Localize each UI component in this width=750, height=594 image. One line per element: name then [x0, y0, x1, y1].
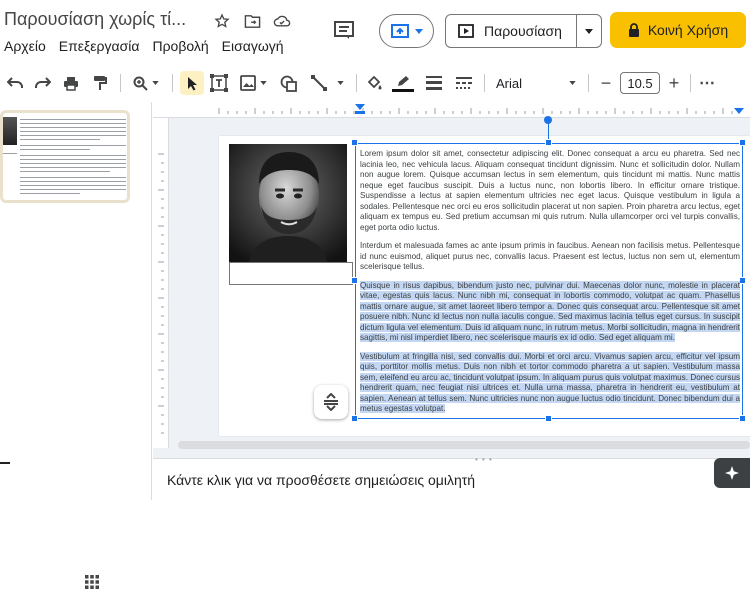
toolbar: Arial − 10.5 + ⋯: [0, 66, 750, 100]
comments-icon[interactable]: [333, 20, 359, 44]
share-button[interactable]: Κοινή Χρήση: [610, 12, 746, 48]
resize-handle-left[interactable]: [351, 277, 358, 284]
play-slideshow-icon: [458, 24, 474, 38]
horizontal-scrollbar[interactable]: [178, 441, 750, 449]
increase-font-size-button[interactable]: +: [664, 71, 684, 95]
menu-edit[interactable]: Επεξεργασία: [59, 38, 140, 54]
portrait-photo[interactable]: [229, 144, 347, 262]
document-title[interactable]: Παρουσίαση χωρίς τί...: [4, 9, 186, 30]
more-options-icon[interactable]: ⋯: [696, 71, 718, 95]
star-icon[interactable]: [211, 10, 233, 32]
speaker-notes-input[interactable]: Κάντε κλικ για να προσθέσετε σημειώσεις …: [167, 472, 475, 488]
decrease-font-size-button[interactable]: −: [596, 71, 616, 95]
app-header: Παρουσίαση χωρίς τί... Αρχείο Επεξεργασί…: [0, 0, 750, 63]
resize-handle-right[interactable]: [739, 277, 746, 284]
present-options-button[interactable]: [577, 15, 601, 47]
border-weight-icon[interactable]: [423, 71, 445, 95]
drag-handle-icon[interactable]: • • •: [475, 455, 493, 464]
paint-format-icon[interactable]: [90, 71, 110, 95]
line-tool-icon[interactable]: [306, 71, 348, 95]
present-button[interactable]: Παρουσίαση: [446, 15, 577, 47]
text-box-content[interactable]: Lorem ipsum dolor sit amet, consectetur …: [360, 149, 740, 423]
fill-color-icon[interactable]: [363, 71, 385, 95]
resize-handle-top-left[interactable]: [351, 139, 358, 146]
filmstrip-divider: [0, 462, 10, 464]
cloud-saved-icon[interactable]: [271, 10, 293, 32]
speaker-notes-divider[interactable]: [153, 458, 750, 459]
border-dash-icon[interactable]: [453, 71, 475, 95]
shape-icon[interactable]: [277, 71, 299, 95]
toolbar-divider: [690, 74, 691, 92]
menu-file[interactable]: Αρχείο: [4, 38, 46, 54]
chevron-down-icon: [585, 28, 593, 34]
text-paragraph: Interdum et malesuada fames ac ante ipsu…: [360, 241, 740, 271]
rotate-handle[interactable]: [544, 116, 552, 124]
menu-bar: Αρχείο Επεξεργασία Προβολή Εισαγωγή: [4, 38, 284, 54]
selected-text-paragraph: Vestibulum at fringilla nisi, sed conval…: [360, 351, 740, 413]
select-cursor-icon[interactable]: [180, 71, 204, 95]
toolbar-divider: [356, 74, 357, 92]
print-icon[interactable]: [61, 71, 81, 95]
resize-handle-bottom-left[interactable]: [351, 415, 358, 422]
slideshow-icon: [390, 24, 409, 38]
chevron-down-icon: [414, 28, 423, 34]
thumbnail-photo: [3, 117, 17, 145]
lock-icon: [628, 23, 639, 37]
toolbar-divider: [172, 74, 173, 92]
image-caption-box[interactable]: [229, 262, 353, 285]
present-mode-button[interactable]: [379, 14, 434, 48]
menu-view[interactable]: Προβολή: [152, 38, 208, 54]
font-family-value: Arial: [496, 75, 523, 91]
toolbar-divider: [588, 74, 589, 92]
text-box-icon[interactable]: [208, 71, 230, 95]
toolbar-divider: [484, 74, 485, 92]
chevron-down-icon: [569, 81, 576, 85]
text-paragraph: Lorem ipsum dolor sit amet, consectetur …: [360, 149, 740, 232]
resize-handle-bottom-right[interactable]: [739, 415, 746, 422]
resize-handle-top-right[interactable]: [739, 139, 746, 146]
expand-speaker-notes-button[interactable]: [314, 385, 348, 419]
undo-icon[interactable]: [5, 71, 25, 95]
toolbar-divider: [120, 74, 121, 92]
zoom-icon[interactable]: [128, 71, 164, 95]
redo-icon[interactable]: [33, 71, 53, 95]
resize-handle-top[interactable]: [545, 139, 552, 146]
explore-icon[interactable]: [714, 458, 750, 488]
font-size-input[interactable]: 10.5: [620, 72, 660, 94]
horizontal-ruler[interactable]: [153, 102, 750, 118]
border-color-icon[interactable]: [391, 71, 415, 95]
selected-text-paragraph: Quisque in risus dapibus, bibendum justo…: [360, 280, 740, 342]
font-family-select[interactable]: Arial: [490, 71, 582, 95]
share-button-label: Κοινή Χρήση: [647, 22, 729, 38]
present-button-group: Παρουσίαση: [445, 14, 602, 48]
expand-collapse-icon: [324, 393, 338, 411]
grid-view-icon[interactable]: [85, 575, 103, 593]
vertical-ruler[interactable]: [153, 118, 169, 448]
menu-insert[interactable]: Εισαγωγή: [222, 38, 284, 54]
slide-thumbnail[interactable]: [0, 110, 130, 203]
insert-image-icon[interactable]: [237, 71, 269, 95]
slide-filmstrip: [0, 102, 152, 589]
present-button-label: Παρουσίαση: [484, 23, 562, 39]
move-to-folder-icon[interactable]: [241, 10, 263, 32]
